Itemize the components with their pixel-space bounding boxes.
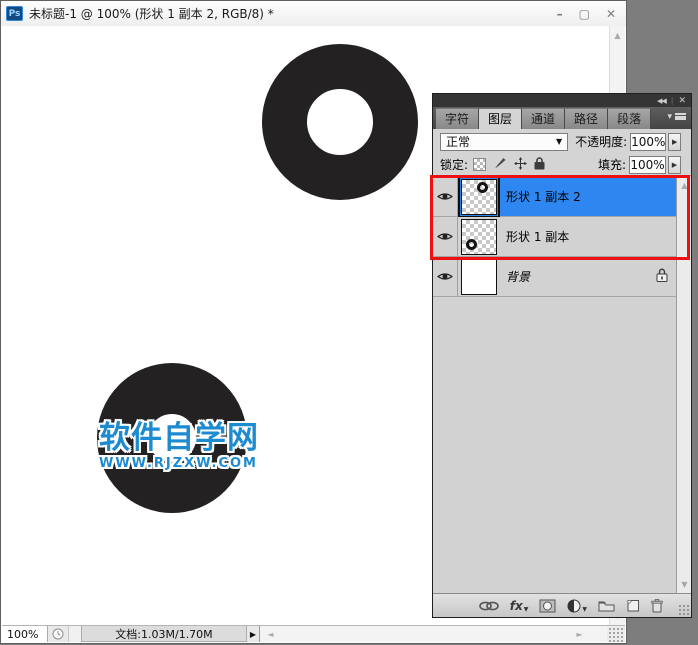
screenshot-stage: Ps 未标题-1 @ 100% (形状 1 副本 2, RGB/8) * – ▢… (0, 0, 698, 645)
menu-lines-icon (675, 113, 686, 120)
window-resize-grip[interactable] (607, 626, 625, 642)
blend-mode-value: 正常 (446, 135, 471, 149)
horizontal-scrollbar[interactable]: ◄ ► (260, 626, 607, 642)
opacity-slider-button[interactable]: ▶ (668, 132, 681, 151)
zoom-level-input[interactable]: 100% (2, 626, 48, 642)
lock-all-icon[interactable] (534, 156, 545, 173)
lock-transparency-icon[interactable] (473, 158, 487, 171)
layer-lock-icon (656, 268, 668, 285)
layer-row-shape1-copy2[interactable]: 形状 1 副本 2 (433, 175, 676, 218)
layer-style-fx-icon[interactable]: fx ▼ (510, 599, 529, 613)
status-options-button[interactable]: ▶ (247, 626, 260, 642)
titlebar[interactable]: Ps 未标题-1 @ 100% (形状 1 副本 2, RGB/8) * – ▢… (1, 1, 626, 26)
layer-thumbnail[interactable] (458, 175, 500, 218)
dropdown-caret-icon: ▼ (555, 137, 563, 146)
fill-group: 填充: 100% ▶ (591, 155, 681, 174)
lock-icons (473, 156, 545, 173)
layer-name[interactable]: 背景 (506, 268, 530, 285)
status-bar: 100% 文档:1.03M/1.70M ▶ ◄ ► (2, 625, 625, 642)
visibility-eye-icon[interactable] (433, 257, 458, 296)
caret-icon: ▼ (523, 605, 529, 613)
fill-input[interactable]: 100% (629, 155, 666, 174)
layer-thumbnail[interactable] (461, 218, 497, 255)
watermark-title-text: 软件自学网 (99, 420, 259, 456)
collapse-panel-icon[interactable]: ◀◀ (657, 97, 667, 105)
minimize-button[interactable]: – (557, 8, 563, 20)
lock-label: 锁定: (440, 158, 469, 172)
maximize-button[interactable]: ▢ (579, 8, 590, 20)
lock-paint-icon[interactable] (493, 156, 507, 173)
scroll-up-icon[interactable]: ▲ (610, 28, 625, 43)
close-button[interactable]: ✕ (606, 8, 616, 20)
close-panel-icon[interactable]: ✕ (678, 96, 686, 106)
new-layer-icon[interactable] (626, 599, 640, 612)
tab-paragraph[interactable]: 段落 (608, 108, 652, 129)
watermark: 软件自学网 WWW.RJZXW.COM (99, 422, 259, 471)
layer-row-background[interactable]: 背景 (433, 257, 676, 297)
blend-mode-select[interactable]: 正常 ▼ (440, 132, 569, 151)
scroll-right-icon[interactable]: ► (572, 627, 587, 642)
visibility-eye-icon[interactable] (433, 217, 458, 256)
caret-icon: ▼ (582, 605, 587, 613)
visibility-eye-icon[interactable] (433, 177, 458, 216)
layer-row-shape1-copy[interactable]: 形状 1 副本 (433, 217, 676, 257)
layer-name[interactable]: 形状 1 副本 (506, 228, 569, 245)
add-layer-mask-icon[interactable] (539, 599, 556, 613)
window-title: 未标题-1 @ 100% (形状 1 副本 2, RGB/8) * (29, 7, 274, 21)
panel-resize-grip[interactable] (678, 604, 690, 616)
new-group-folder-icon[interactable] (598, 600, 615, 612)
shape-ring-top[interactable] (262, 44, 418, 200)
document-size-info: 文档:1.03M/1.70M (81, 626, 247, 642)
adjustment-layer-icon[interactable]: ▼ (567, 599, 587, 613)
tab-channels[interactable]: 通道 (522, 108, 566, 129)
layer-list: 形状 1 副本 2 形状 1 副本 背景 ▲ ▼ (433, 175, 691, 593)
watermark-url-text: WWW.RJZXW.COM (99, 455, 258, 471)
scroll-down-icon[interactable]: ▼ (677, 577, 692, 592)
opacity-label: 不透明度: (575, 135, 628, 149)
blend-mode-row: 正常 ▼ 不透明度: 100% ▶ (433, 129, 691, 154)
scroll-left-icon[interactable]: ◄ (263, 627, 278, 642)
window-controls: – ▢ ✕ (557, 8, 616, 20)
lock-row: 锁定: 填充: 100% ▶ (433, 154, 691, 176)
panel-header-bar: ◀◀ | ✕ (433, 94, 691, 107)
fill-label: 填充: (597, 158, 626, 172)
tab-paths[interactable]: 路径 (565, 108, 609, 129)
panel-bottom-bar: fx ▼ ▼ (433, 593, 691, 617)
layers-panel: ◀◀ | ✕ 字符 图层 通道 路径 段落 ▾ 正常 ▼ 不透明度: 100% … (432, 93, 692, 618)
opacity-input[interactable]: 100% (630, 132, 667, 151)
panel-menu-icon[interactable]: ▾ (667, 112, 686, 122)
panel-tab-row: 字符 图层 通道 路径 段落 ▾ (433, 107, 691, 129)
timer-icon[interactable] (48, 626, 69, 642)
fill-slider-button[interactable]: ▶ (668, 155, 681, 174)
layer-thumbnail[interactable] (461, 258, 497, 295)
photoshop-app-icon: Ps (6, 6, 23, 21)
lock-position-icon[interactable] (514, 156, 528, 173)
status-spacer (69, 626, 81, 642)
fx-label: fx (509, 598, 523, 613)
ring-shape-icon (477, 181, 488, 193)
tab-character[interactable]: 字符 (436, 108, 480, 129)
scroll-up-icon[interactable]: ▲ (677, 178, 692, 193)
header-divider: | (670, 96, 674, 105)
ring-shape-icon (466, 238, 477, 250)
link-layers-icon[interactable] (478, 601, 499, 611)
tab-layers[interactable]: 图层 (479, 108, 523, 129)
delete-layer-trash-icon[interactable] (651, 598, 663, 613)
layer-name[interactable]: 形状 1 副本 2 (506, 188, 581, 205)
layer-list-scrollbar[interactable]: ▲ ▼ (676, 177, 691, 593)
